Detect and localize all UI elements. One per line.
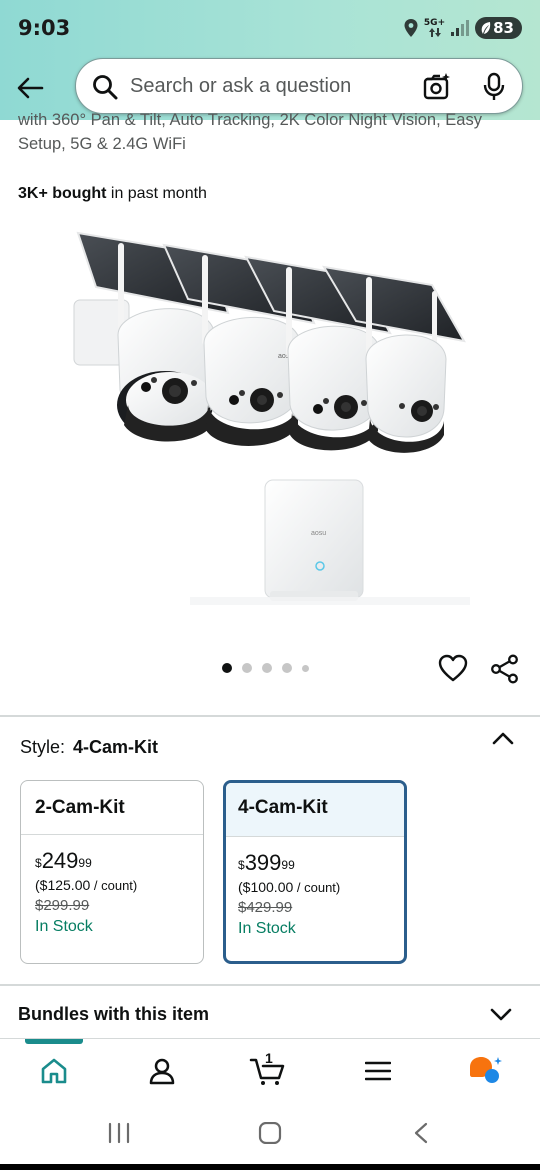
signal-icon [451,20,470,36]
chevron-up-icon [492,732,514,745]
purchase-count-suffix: in past month [106,185,207,202]
security-camera-kit-illustration: aosu aosu [73,231,470,605]
battery-indicator: 83 [475,17,522,39]
share-button[interactable] [490,654,520,689]
carousel-dot[interactable] [242,663,252,673]
hub-brand-label: aosu [311,530,326,537]
search-input[interactable]: Search or ask a question [130,75,351,98]
screen-edge [0,1164,540,1170]
status-bar: 9:03 5G+ 83 [0,0,540,58]
list-price: $299.99 [35,897,90,914]
availability: In Stock [35,918,93,935]
carousel-dot[interactable] [302,664,309,672]
price-fraction: 99 [78,856,92,870]
price-currency: $ [238,858,245,872]
nav-home[interactable] [34,1053,74,1089]
heart-icon [438,654,468,682]
system-navigation-bar [0,1104,540,1164]
unit-price-value: ($125.00 [35,877,91,893]
bottom-navigation: 1 [0,1038,540,1104]
style-option-2-cam-kit[interactable]: 2-Cam-Kit $24999 ($125.00 / count) $299.… [20,780,204,964]
nav-account[interactable] [142,1053,182,1089]
carousel-dot[interactable] [262,663,272,673]
nav-menu[interactable] [358,1053,398,1089]
price: $24999 [35,849,203,873]
system-back-icon[interactable] [410,1122,434,1144]
purchase-count-bold: 3K+ bought [18,185,107,202]
status-icons: 5G+ 83 [404,17,522,39]
product-image[interactable]: aosu aosu [60,225,480,620]
status-time: 9:03 [18,16,71,40]
account-icon [149,1058,175,1085]
style-label-text: Style: [20,737,66,757]
collapse-style-button[interactable] [492,731,514,750]
home-button-icon[interactable] [258,1122,282,1144]
location-icon [404,19,418,37]
list-price: $429.99 [238,899,293,916]
product-title-line-2: Setup, 5G & 2.4G WiFi [18,135,186,153]
product-title: with 360° Pan & Tilt, Auto Tracking, 2K … [18,108,523,156]
availability: In Stock [238,920,296,937]
unit-price-suffix: / count) [90,878,138,893]
share-icon [491,654,518,684]
add-to-list-button[interactable] [438,654,468,687]
menu-icon [365,1061,391,1081]
price-fraction: 99 [281,858,295,872]
carousel-dot[interactable] [282,663,292,673]
style-selector-label: Style: 4-Cam-Kit [20,737,158,758]
nav-cart[interactable]: 1 [248,1050,288,1089]
microphone-icon[interactable] [482,72,506,102]
expand-bundles-button[interactable] [490,1008,512,1027]
carousel-dot[interactable] [222,663,232,673]
active-tab-indicator [25,1039,83,1044]
unit-price: ($125.00 / count) [35,877,203,893]
price-whole: 249 [41,848,79,873]
price: $39999 [238,851,404,875]
section-divider [0,715,540,717]
style-option-name: 2-Cam-Kit [21,781,203,835]
battery-saver-icon [481,22,491,34]
recent-apps-icon[interactable] [107,1122,131,1144]
style-option-name: 4-Cam-Kit [226,783,404,837]
camera-search-icon[interactable] [422,72,452,102]
network-indicator: 5G+ [424,19,445,37]
unit-price: ($100.00 / count) [238,879,404,895]
battery-level: 83 [493,19,514,37]
image-carousel-dots [222,663,309,673]
rufus-icon [470,1057,502,1083]
unit-price-suffix: / count) [293,880,341,895]
bundles-section-title[interactable]: Bundles with this item [18,1004,209,1025]
network-type: 5G+ [423,18,446,28]
home-icon [41,1058,67,1084]
data-arrows-icon [428,28,441,37]
search-icon [93,75,118,100]
nav-rufus[interactable] [466,1053,506,1089]
style-selected-value: 4-Cam-Kit [73,737,159,757]
price-whole: 399 [244,850,282,875]
purchase-count: 3K+ bought in past month [18,185,207,203]
search-bar[interactable]: Search or ask a question [75,58,523,114]
back-button[interactable] [10,68,50,108]
price-currency: $ [35,856,42,870]
style-option-4-cam-kit[interactable]: 4-Cam-Kit $39999 ($100.00 / count) $429.… [223,780,407,964]
chevron-down-icon [490,1008,512,1021]
cart-count: 1 [265,1050,273,1066]
section-divider [0,984,540,986]
product-title-line-1: with 360° Pan & Tilt, Auto Tracking, 2K … [18,111,482,129]
back-arrow-icon [17,77,44,99]
home-base-hub: aosu [190,479,470,605]
unit-price-value: ($100.00 [238,879,294,895]
